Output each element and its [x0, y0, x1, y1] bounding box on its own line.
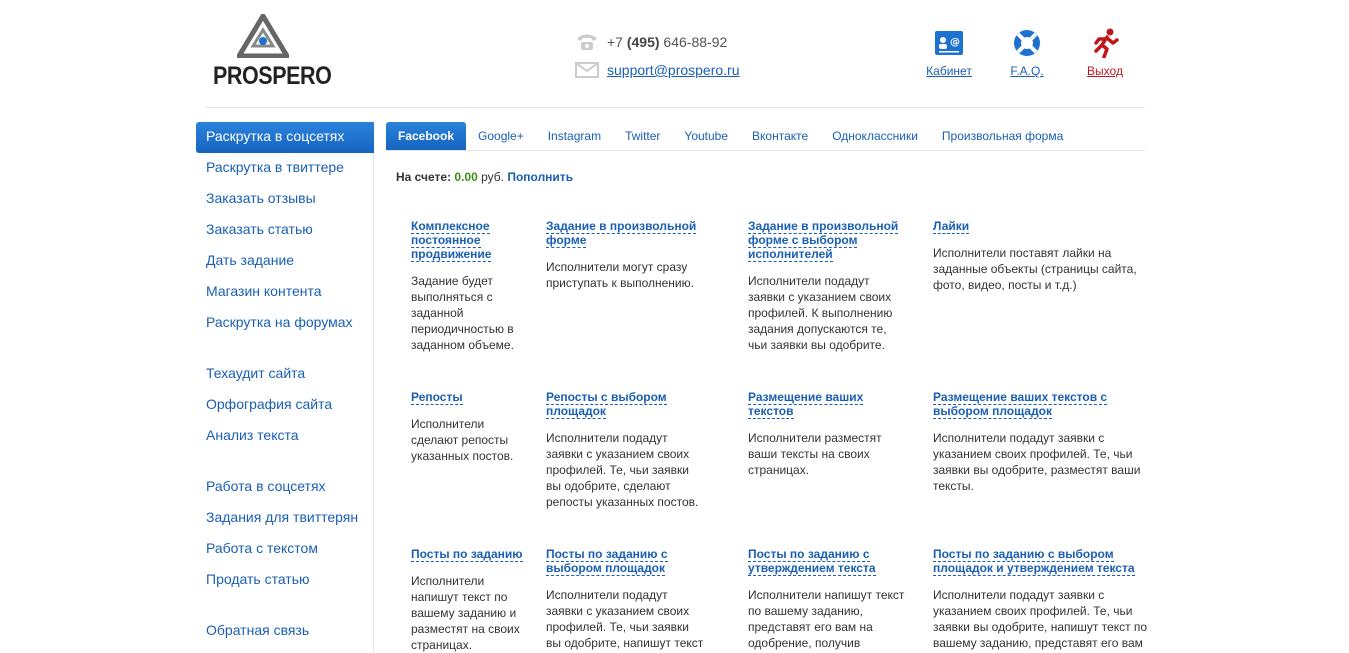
service-card-title[interactable]: Посты по заданию с выбором площадок и ут… [933, 547, 1135, 576]
sidebar-item[interactable]: Заказать статью [196, 215, 373, 246]
service-card-description: Исполнители подадут заявки с указанием с… [546, 431, 699, 509]
logo-text: PROSPERO [213, 62, 332, 90]
service-card: Репосты с выбором площадок Исполнители по… [546, 390, 706, 510]
service-card-description: Исполнители подадут заявки с указанием с… [933, 588, 1148, 653]
sidebar-divider [196, 596, 373, 616]
sidebar-item[interactable]: Техаудит сайта [196, 359, 373, 390]
tab-вконтакте[interactable]: Вконтакте [740, 122, 820, 150]
service-card: Задание в произвольной форме Исполнители … [546, 219, 706, 291]
sidebar-divider [196, 339, 373, 359]
tab-twitter[interactable]: Twitter [613, 122, 672, 150]
service-card-title[interactable]: Посты по заданию с утверждением текста [748, 547, 876, 576]
service-card-title[interactable]: Размещение ваших текстов с выбором площа… [933, 390, 1108, 419]
service-card-description: Исполнители подадут заявки с указанием с… [748, 274, 893, 352]
service-card-title[interactable]: Посты по заданию с выбором площадок [546, 547, 668, 576]
service-card-description: Исполнители подадут заявки с указанием с… [546, 588, 704, 653]
sidebar-item[interactable]: Продать статью [196, 565, 373, 596]
tab-одноклассники[interactable]: Одноклассники [820, 122, 930, 150]
support-email-link[interactable]: support@prospero.ru [607, 62, 740, 78]
phone-number: +7 (495) 646-88-92 [607, 34, 728, 50]
service-card: Посты по заданию Исполнители напишут текс… [411, 547, 523, 653]
tab-произвольная-форма[interactable]: Произвольная форма [930, 122, 1075, 150]
service-card-description: Исполнители сделают репосты указанных по… [411, 417, 514, 463]
service-card-title[interactable]: Задание в произвольной форме [546, 219, 697, 248]
cabinet-link[interactable]: @ Кабинет [925, 28, 973, 78]
sidebar-item[interactable]: Раскрутка на форумах [196, 308, 373, 339]
service-card-title[interactable]: Задание в произвольной форме с выбором и… [748, 219, 899, 262]
site-header: PROSPERO +7 (495) 646-88-92 support@pros… [205, 0, 1145, 108]
exit-runner-icon [1094, 28, 1119, 58]
service-card: Размещение ваших текстов с выбором площа… [933, 390, 1153, 494]
cabinet-icon: @ [935, 31, 963, 55]
sidebar-item[interactable]: Заказать отзывы [196, 184, 373, 215]
faq-label[interactable]: F.A.Q. [993, 64, 1061, 78]
account-balance: На счете: 0.00 руб. Пополнить [396, 170, 574, 184]
sidebar-item[interactable]: Анализ текста [196, 421, 373, 452]
sidebar-item[interactable]: Раскрутка в твиттере [196, 153, 373, 184]
service-card-title[interactable]: Посты по заданию [411, 547, 523, 562]
service-card-title[interactable]: Репосты с выбором площадок [546, 390, 667, 419]
sidebar-item[interactable]: Раскрутка в соцсетях [196, 122, 374, 153]
service-card-title[interactable]: Лайки [933, 219, 970, 234]
sidebar-divider [196, 452, 373, 472]
service-card: Посты по заданию с выбором площадок и ут… [933, 547, 1153, 653]
sidebar-item[interactable]: Работа в соцсетях [196, 472, 373, 503]
service-card-description: Исполнители подадут заявки с указанием с… [933, 431, 1141, 493]
service-card: Посты по заданию с утверждением текста Ис… [748, 547, 908, 653]
exit-link[interactable]: Выход [1081, 28, 1129, 78]
logo-triangle-icon [237, 14, 289, 58]
service-card-description: Исполнители могут сразу приступать к вып… [546, 260, 694, 290]
sidebar-item[interactable]: Дать задание [196, 246, 373, 277]
sidebar-menu: Раскрутка в соцсетях Раскрутка в твиттере… [196, 122, 374, 653]
tab-facebook[interactable]: Facebook [386, 122, 467, 150]
svg-text:@: @ [950, 37, 960, 48]
contacts: +7 (495) 646-88-92 support@prospero.ru [575, 30, 740, 86]
service-card-title[interactable]: Размещение ваших текстов [748, 390, 864, 419]
service-card-description: Задание будет выполняться с заданной пер… [411, 274, 514, 352]
faq-link[interactable]: F.A.Q. [1003, 28, 1051, 78]
social-tabs: Facebook Google+ Instagram Twitter Youtube Вк… [386, 122, 1145, 151]
cabinet-label[interactable]: Кабинет [915, 64, 983, 78]
sidebar-item[interactable]: Магазин контента [196, 277, 373, 308]
service-card: Комплексное постоянное продвижение Задани… [411, 219, 523, 353]
exit-label[interactable]: Выход [1071, 64, 1139, 78]
sidebar-item[interactable]: Работа с текстом [196, 534, 373, 565]
service-card-description: Исполнители разместят ваши тексты на сво… [748, 431, 882, 477]
sidebar-item[interactable]: Обратная связь [196, 616, 373, 647]
sidebar-item[interactable]: Орфография сайта [196, 390, 373, 421]
service-card-description: Исполнители напишут текст по вашему зада… [748, 588, 905, 653]
service-card: Размещение ваших текстов Исполнители разм… [748, 390, 908, 478]
mail-icon [575, 62, 599, 78]
sidebar-item[interactable]: Задания для твиттерян [196, 503, 373, 534]
tab-google-[interactable]: Google+ [466, 122, 536, 150]
tab-instagram[interactable]: Instagram [536, 122, 613, 150]
service-card-description: Исполнители поставят лайки на заданные о… [933, 246, 1137, 292]
topup-link[interactable]: Пополнить [507, 170, 573, 184]
service-card-title[interactable]: Репосты [411, 390, 463, 405]
service-card: Репосты Исполнители сделают репосты указа… [411, 390, 523, 464]
service-card: Лайки Исполнители поставят лайки на задан… [933, 219, 1153, 293]
logo[interactable]: PROSPERO [213, 14, 332, 94]
top-nav: @ Кабинет F.A.Q. Выход [895, 28, 1129, 78]
service-card: Посты по заданию с выбором площадок Испол… [546, 547, 706, 653]
service-card-title[interactable]: Комплексное постоянное продвижение [411, 219, 492, 262]
service-card-description: Исполнители напишут текст по вашему зада… [411, 574, 520, 652]
lifebuoy-icon [1014, 30, 1040, 56]
service-card: Задание в произвольной форме с выбором и… [748, 219, 908, 353]
tab-youtube[interactable]: Youtube [672, 122, 740, 150]
phone-icon [577, 34, 597, 50]
balance-amount: 0.00 [454, 170, 478, 184]
